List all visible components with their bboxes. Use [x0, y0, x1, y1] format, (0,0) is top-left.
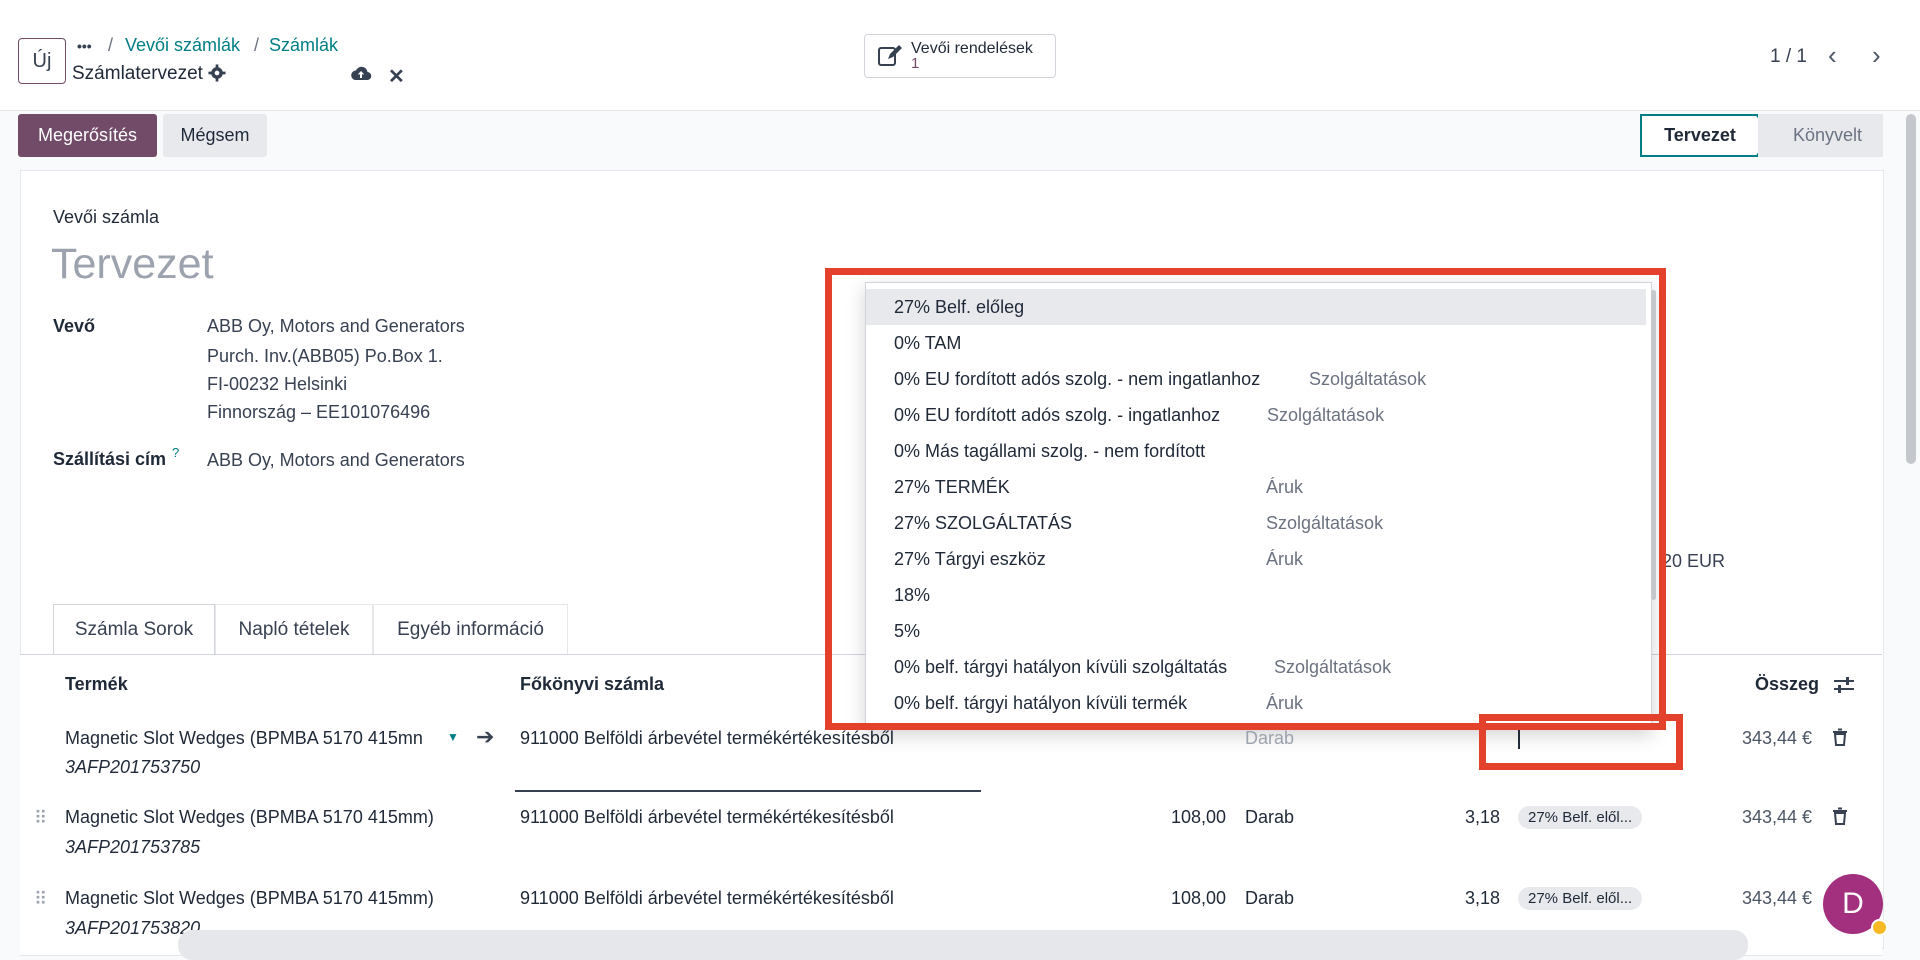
total-cell: 343,44 € — [1742, 888, 1813, 908]
product-cell[interactable]: Magnetic Slot Wedges (BPMBA 5170 415mm) — [65, 807, 434, 828]
account-cell[interactable]: 911000 Belföldi árbevétel termékértékesí… — [520, 888, 894, 909]
shipping-address-value[interactable]: ABB Oy, Motors and Generators — [207, 450, 465, 471]
partial-amount: 20 EUR — [1662, 551, 1726, 571]
internal-link-arrow-icon[interactable]: ➔ — [476, 724, 494, 750]
customer-line: FI-00232 Helsinki — [207, 374, 348, 394]
total-cell: 343,44 € — [1742, 807, 1813, 827]
product-code: 3AFP201753750 — [65, 757, 201, 777]
cloud-upload-icon[interactable] — [350, 64, 372, 82]
breadcrumb-item-vevoi-szamlak[interactable]: Vevői számlák — [125, 35, 240, 56]
account-cell[interactable]: 911000 Belföldi árbevétel termékértékesí… — [520, 807, 894, 828]
gear-icon[interactable] — [208, 64, 226, 82]
shipping-address-label: Szállítási cím — [53, 449, 167, 469]
pager-previous-icon[interactable]: ‹ — [1828, 40, 1837, 71]
highlight-box-tax-field — [1479, 714, 1683, 770]
column-header-total[interactable]: Összeg — [1755, 674, 1819, 695]
price-cell[interactable]: 3,18 — [1465, 888, 1500, 909]
uom-cell[interactable]: Darab — [1245, 807, 1294, 828]
tab-journal-items[interactable]: Napló tételek — [215, 604, 373, 654]
status-draft[interactable]: Tervezet — [1640, 114, 1758, 157]
tax-badge[interactable]: 27% Belf. elől... — [1518, 806, 1643, 829]
more-icon[interactable]: ••• — [77, 38, 92, 54]
smart-button-label: Vevői rendelések — [911, 40, 1033, 57]
online-status-dot — [1871, 919, 1888, 936]
uom-cell[interactable]: Darab — [1245, 888, 1294, 909]
tab-other-info[interactable]: Egyéb információ — [373, 604, 568, 654]
status-posted[interactable]: Könyvelt — [1758, 114, 1883, 157]
input-underline — [515, 790, 981, 792]
record-title: Számlatervezet — [72, 63, 203, 84]
tab-invoice-lines[interactable]: Számla Sorok — [53, 604, 215, 654]
uom-cell[interactable]: Darab — [1245, 728, 1294, 749]
highlight-box-dropdown — [825, 268, 1666, 730]
product-code: 3AFP201753785 — [65, 837, 201, 857]
quantity-cell[interactable]: 108,00 — [1171, 888, 1226, 909]
breadcrumb-separator: / — [108, 35, 114, 55]
discard-icon[interactable]: ✕ — [388, 64, 405, 89]
product-cell[interactable]: Magnetic Slot Wedges (BPMBA 5170 415mn — [65, 728, 423, 749]
column-header-account[interactable]: Főkönyvi számla — [520, 674, 664, 695]
pager-value[interactable]: 1 / 1 — [1770, 46, 1807, 68]
status-bar: Tervezet Könyvelt — [1640, 114, 1883, 157]
quantity-cell[interactable]: 108,00 — [1171, 807, 1226, 828]
sale-orders-smart-button[interactable]: Vevői rendelések 1 — [864, 34, 1056, 78]
trash-icon[interactable] — [1832, 728, 1848, 746]
help-icon[interactable]: ? — [172, 445, 179, 460]
smart-button-count: 1 — [911, 55, 920, 72]
breadcrumb-item-szamlak[interactable]: Számlák — [269, 35, 338, 56]
customer-label: Vevő — [53, 316, 96, 336]
page-scrollbar[interactable] — [1906, 114, 1916, 464]
invoice-name: Tervezet — [51, 240, 214, 288]
customer-line: Finnország – EE101076496 — [207, 402, 431, 422]
bottom-bar — [178, 930, 1748, 960]
drag-handle-icon[interactable]: ⠿ — [34, 808, 47, 829]
column-header-product[interactable]: Termék — [65, 674, 128, 695]
tax-badge[interactable]: 27% Belf. elől... — [1518, 887, 1643, 910]
customer-line: Purch. Inv.(ABB05) Po.Box 1. — [207, 346, 443, 366]
customer-line[interactable]: ABB Oy, Motors and Generators — [207, 316, 465, 337]
document-type: Vevői számla — [53, 207, 160, 227]
trash-icon[interactable] — [1832, 807, 1848, 825]
pager-next-icon[interactable]: › — [1872, 40, 1881, 71]
total-cell: 343,44 € — [1742, 728, 1813, 748]
price-cell[interactable]: 3,18 — [1465, 807, 1500, 828]
breadcrumb-separator: / — [254, 35, 260, 55]
new-button[interactable]: Új — [18, 38, 66, 84]
chevron-down-icon[interactable]: ▼ — [447, 730, 459, 744]
account-cell[interactable]: 911000 Belföldi árbevétel termékértékesí… — [520, 728, 894, 749]
drag-handle-icon[interactable]: ⠿ — [34, 889, 47, 910]
column-settings-icon[interactable] — [1833, 675, 1855, 695]
edit-icon — [877, 44, 903, 68]
product-cell[interactable]: Magnetic Slot Wedges (BPMBA 5170 415mm) — [65, 888, 434, 909]
cancel-button[interactable]: Mégsem — [163, 114, 267, 157]
confirm-button[interactable]: Megerősítés — [18, 114, 157, 157]
